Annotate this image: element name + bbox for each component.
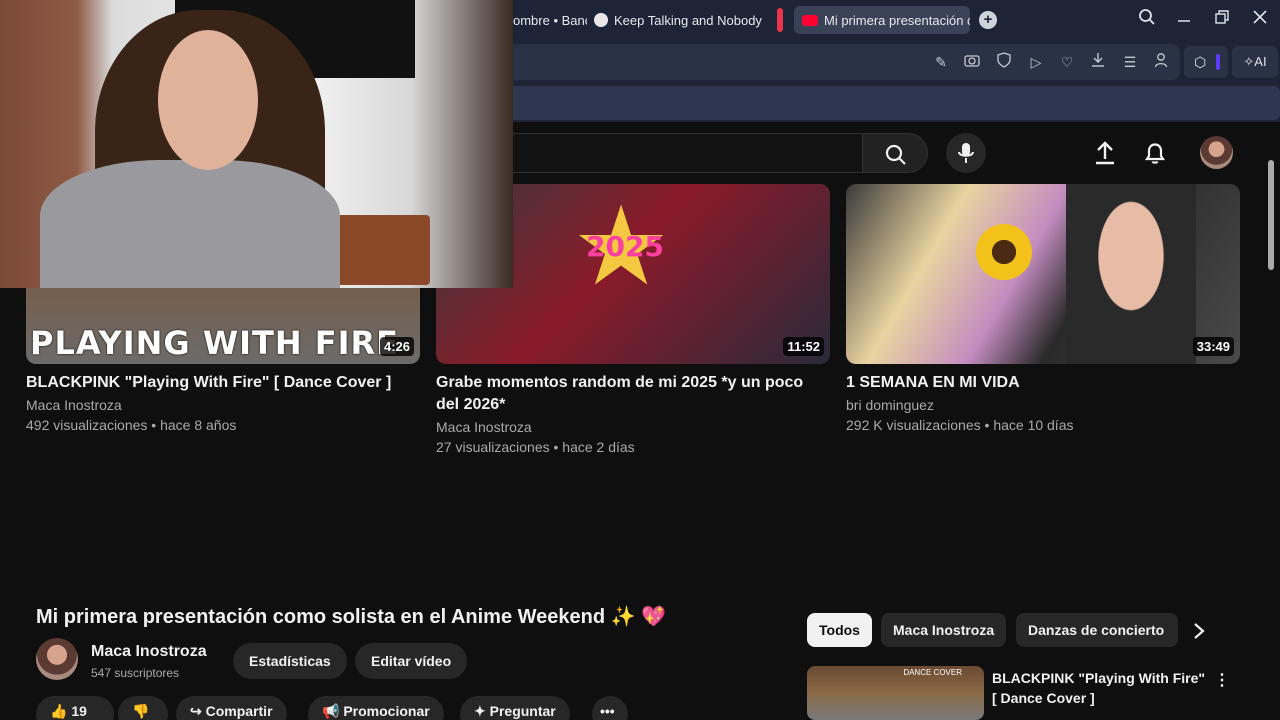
subscriber-count: 547 suscriptores [91,666,180,680]
video-channel[interactable]: Maca Inostroza [26,395,420,415]
chip-todos[interactable]: Todos [807,613,872,647]
tab-label: Keep Talking and Nobody [614,12,762,28]
person-face-graphic [158,30,258,170]
channel-avatar[interactable] [36,638,78,680]
related-thumb-label: DANCE COVER [903,668,962,677]
webcam-overlay [0,0,513,288]
video-title[interactable]: BLACKPINK "Playing With Fire" [ Dance Co… [26,372,420,394]
channel-name[interactable]: Maca Inostroza [91,643,207,661]
tab-favicon-icon [594,13,608,27]
tab-label: Mi primera presentación c [824,12,970,28]
notifications-bell-icon[interactable] [1142,140,1170,168]
thumbnail-text: 2025 [586,230,664,263]
video-meta: 492 visualizaciones • hace 8 años [26,417,237,433]
watch-video-title: Mi primera presentación como solista en … [36,606,666,628]
cube-icon: ⬡ [1194,54,1207,70]
tab-label: ombre • Banc [513,12,587,28]
tab-indicator [777,8,783,32]
related-video-title[interactable]: BLACKPINK "Playing With Fire" [ Dance Co… [992,668,1208,708]
tab-keep-talking[interactable]: Keep Talking and Nobody [594,6,766,34]
sunflower-graphic [976,224,1032,280]
ask-button[interactable]: ✦ Preguntar [460,696,570,720]
share-button[interactable]: ↪ Compartir [176,696,287,720]
play-icon[interactable]: ▷ [1026,52,1046,72]
video-title[interactable]: Grabe momentos random de mi 2025 *y un p… [436,372,830,416]
page-scrollbar[interactable] [1268,160,1274,270]
download-icon[interactable] [1088,52,1108,72]
extension-indicator [1216,54,1220,70]
thumbs-up-icon: 👍 [50,703,68,719]
promote-button[interactable]: 📢 Promocionar [308,696,444,720]
account-avatar[interactable] [1200,136,1233,169]
sparkle-icon: ✦ [474,703,486,719]
upload-icon[interactable] [1092,140,1120,168]
youtube-icon [802,14,818,26]
new-tab-button[interactable]: + [979,11,997,29]
minimize-icon[interactable] [1172,8,1196,32]
stats-button[interactable]: Estadísticas [233,643,347,679]
screen: { "browser": { "tabs": [ {"label": "ombr… [0,0,1280,720]
thumbnail-text: PLAYING WITH FIRE [30,324,400,362]
video-channel[interactable]: bri dominguez [846,395,1240,415]
heart-icon[interactable]: ♡ [1057,52,1077,72]
watch-panel: Mi primera presentación como solista en … [0,588,1280,720]
ai-label: AI [1254,54,1267,69]
tab-banco[interactable]: ombre • Banc [513,6,587,34]
share-icon: ↪ [190,703,202,719]
video-duration: 11:52 [783,337,824,356]
chevron-right-icon[interactable] [1192,622,1206,646]
edit-icon[interactable]: ✎ [931,52,951,72]
video-meta: 292 K visualizaciones • hace 10 días [846,417,1074,433]
edit-video-button[interactable]: Editar vídeo [355,643,468,679]
video-channel[interactable]: Maca Inostroza [436,417,830,437]
promote-label: Promocionar [343,703,430,719]
more-actions-button[interactable]: ••• [592,696,628,720]
thumbs-down-icon: 👎 [132,703,150,719]
chip-danzas-de-concierto[interactable]: Danzas de concierto [1016,613,1178,647]
voice-search-button[interactable] [946,133,986,173]
video-card[interactable]: 33:49 1 SEMANA EN MI VIDA bri dominguez … [846,184,1240,435]
video-duration: 33:49 [1192,337,1234,356]
extensions-button[interactable]: ⬡ [1184,46,1228,78]
video-title[interactable]: 1 SEMANA EN MI VIDA [846,372,1240,394]
profile-icon[interactable] [1151,52,1171,72]
video-thumbnail[interactable]: 33:49 [846,184,1240,364]
ask-label: Preguntar [489,703,556,719]
person-body-graphic [40,160,340,288]
ai-button[interactable]: ✧AI [1232,46,1278,78]
video-meta: 27 visualizaciones • hace 2 días [436,439,635,455]
chip-maca-inostroza[interactable]: Maca Inostroza [881,613,1007,647]
megaphone-icon: 📢 [322,703,340,719]
share-label: Compartir [205,703,273,719]
like-button[interactable]: 👍 19 [36,696,114,720]
related-video-thumbnail[interactable]: DANCE COVER [807,666,984,720]
like-count: 19 [71,703,87,719]
search-icon [885,144,906,165]
close-window-icon[interactable] [1248,8,1272,32]
person-graphic [1066,184,1196,364]
sparkle-icon: ✧ [1243,54,1255,69]
more-vertical-icon[interactable]: ⋮ [1214,670,1230,690]
microphone-icon [958,143,974,163]
video-duration: 4:26 [379,337,414,356]
dislike-button[interactable]: 👎 [118,696,168,720]
camera-icon[interactable] [962,52,982,72]
restore-icon[interactable] [1210,8,1234,32]
menu-icon[interactable]: ☰ [1120,52,1140,72]
shield-icon[interactable] [994,52,1014,72]
tab-mi-primera-presentacion[interactable]: Mi primera presentación c [794,6,970,34]
search-button[interactable] [862,133,928,173]
search-tabs-icon[interactable] [1135,8,1159,32]
